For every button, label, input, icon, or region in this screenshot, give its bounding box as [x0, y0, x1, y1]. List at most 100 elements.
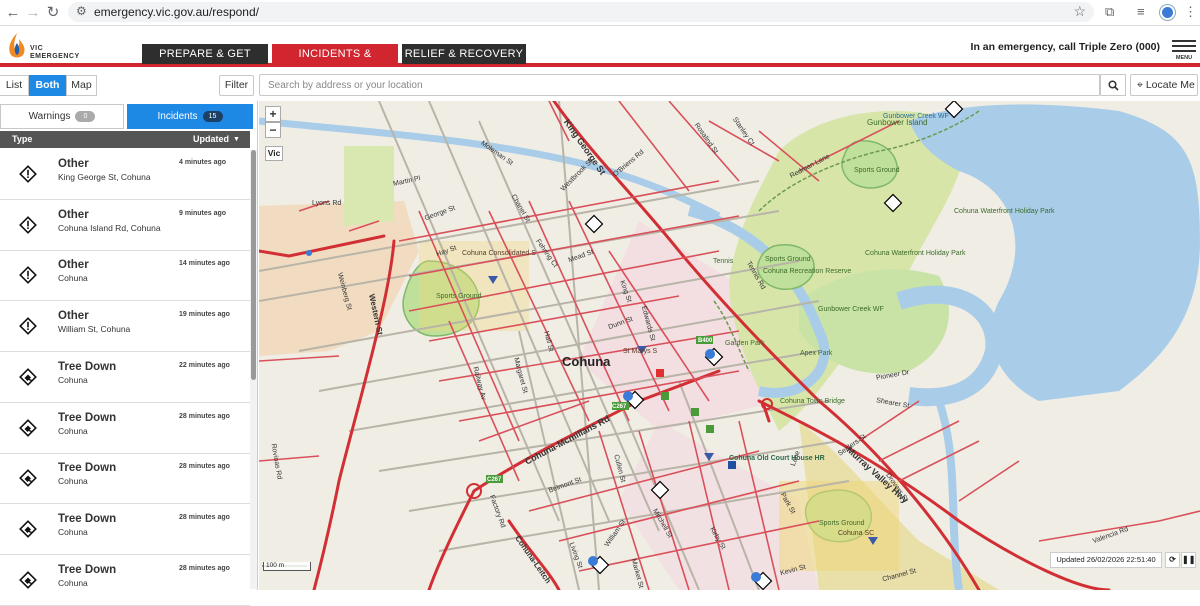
- address-bar[interactable]: ⚙ emergency.vic.gov.au/respond/ ☆: [68, 2, 1094, 22]
- map-label-waterfront-2: Cohuna Waterfront Holiday Park: [865, 250, 966, 257]
- profile-avatar[interactable]: [1160, 5, 1175, 20]
- incident-location: Cohuna: [58, 476, 88, 487]
- refresh-icon: ⟳: [1169, 555, 1176, 564]
- incident-time: 4 minutes ago: [179, 159, 227, 166]
- zoom-in-button[interactable]: +: [265, 106, 281, 122]
- incident-type: Tree Down: [58, 360, 117, 373]
- vic-extent-button[interactable]: Vic: [265, 146, 283, 161]
- incident-list-item[interactable]: Tree Down Cohuna 28 minutes ago: [0, 403, 250, 454]
- map-label-st-marys: St Marys S: [623, 348, 658, 355]
- extensions-icon[interactable]: ⧉: [1105, 4, 1114, 20]
- incident-type: Other: [58, 208, 89, 221]
- incident-list-item[interactable]: Tree Down Cohuna 28 minutes ago: [0, 454, 250, 505]
- search-button[interactable]: [1100, 74, 1126, 96]
- refresh-button[interactable]: ⟳: [1165, 552, 1180, 568]
- other-incident-icon: [19, 317, 37, 336]
- incident-time: 14 minutes ago: [179, 260, 230, 268]
- bookmark-star-icon[interactable]: ☆: [1073, 3, 1086, 20]
- incident-time: 28 minutes ago: [179, 564, 230, 572]
- col-updated[interactable]: Updated: [193, 131, 229, 148]
- route-b400: B400: [698, 338, 713, 344]
- search-placeholder: Search by address or your location: [268, 80, 423, 91]
- map-label-sports-ground-2: Sports Ground: [765, 256, 811, 263]
- logo-text-emergency: EMERGENCY: [30, 53, 80, 60]
- map-label-town: Cohuna: [562, 354, 611, 369]
- map-label-town-bridge: Cohuna Town Bridge: [780, 398, 845, 405]
- search-input[interactable]: Search by address or your location: [259, 74, 1100, 96]
- incident-type: Tree Down: [58, 411, 117, 424]
- map-scale: 100 m: [263, 562, 311, 571]
- pause-icon: ❚❚: [1182, 555, 1196, 564]
- incident-time: 28 minutes ago: [179, 513, 230, 521]
- map-label-lyons-rd: Lyons Rd: [312, 200, 342, 207]
- pause-button[interactable]: ❚❚: [1181, 552, 1196, 568]
- tab-incidents-warnings[interactable]: INCIDENTS & WARNINGS: [272, 44, 398, 80]
- incident-list-item[interactable]: Tree Down Cohuna 28 minutes ago: [0, 555, 250, 606]
- map-label-consolidated-school: Cohuna Consolidated S: [462, 250, 536, 257]
- incident-time: 19 minutes ago: [179, 311, 230, 319]
- browser-chrome: ← → ↻ ⚙ emergency.vic.gov.au/respond/ ☆ …: [0, 0, 1200, 26]
- logo-text-vic: VIC: [30, 45, 44, 52]
- incident-list-item[interactable]: Other King George St, Cohuna 4 minutes ago: [0, 150, 250, 200]
- back-icon[interactable]: ←: [4, 4, 22, 22]
- incident-type: Other: [58, 158, 89, 170]
- list-scrollbar[interactable]: [250, 150, 257, 589]
- tree-down-icon: [19, 367, 37, 386]
- view-both-button[interactable]: Both: [29, 75, 66, 96]
- forward-icon[interactable]: →: [24, 4, 42, 22]
- incident-location: King George St, Cohuna: [58, 172, 151, 182]
- url-text: emergency.vic.gov.au/respond/: [94, 5, 259, 19]
- tab-relief-recovery[interactable]: RELIEF & RECOVERY: [402, 44, 526, 64]
- other-incident-icon: [19, 215, 37, 234]
- view-list-button[interactable]: List: [0, 75, 29, 96]
- map-label-cohuna-sc: Cohuna SC: [838, 530, 875, 537]
- incident-type: Tree Down: [58, 563, 117, 576]
- incidents-label: Incidents: [157, 111, 198, 122]
- incident-location: Cohuna: [58, 526, 88, 537]
- locate-me-button[interactable]: ⌖ Locate Me: [1130, 74, 1198, 96]
- other-incident-icon: [19, 266, 37, 285]
- incident-list-item[interactable]: Other Cohuna Island Rd, Cohuna 9 minutes a…: [0, 200, 250, 251]
- search-icon: [1107, 80, 1119, 91]
- zoom-out-button[interactable]: −: [265, 122, 281, 138]
- incident-time: 28 minutes ago: [179, 412, 230, 420]
- incidents-tab[interactable]: Incidents 15: [127, 104, 253, 129]
- media-icon[interactable]: ≡: [1137, 4, 1145, 19]
- site-info-icon[interactable]: ⚙: [76, 4, 87, 18]
- menu-button[interactable]: MENU: [1172, 37, 1196, 61]
- browser-menu-icon[interactable]: ⋮: [1184, 4, 1197, 20]
- tree-down-icon: [19, 519, 37, 538]
- map-label-tennis: Tennis: [713, 258, 734, 265]
- incident-location: Cohuna: [58, 577, 88, 588]
- view-map-button[interactable]: Map: [66, 75, 97, 96]
- col-type[interactable]: Type: [12, 131, 32, 148]
- map-label-garden-park: Garden Park: [725, 340, 765, 347]
- tree-down-icon: [19, 418, 37, 437]
- reload-icon[interactable]: ↻: [44, 4, 62, 22]
- sort-caret-icon[interactable]: ▼: [233, 131, 240, 148]
- incident-list-item[interactable]: Other Cohuna 14 minutes ago: [0, 251, 250, 302]
- filter-button[interactable]: Filter: [219, 75, 254, 96]
- map-label-rec-reserve: Cohuna Recreation Reserve: [763, 268, 852, 275]
- map-label-old-court-house: Cohuna Old Court House HR: [729, 455, 825, 462]
- incident-location: Cohuna: [58, 374, 88, 385]
- tree-down-icon: [19, 469, 37, 488]
- updated-timestamp: Updated 26/02/2026 22:51:40: [1050, 552, 1162, 568]
- incident-time: 22 minutes ago: [179, 361, 230, 369]
- tab-prepare[interactable]: PREPARE & GET READY: [142, 44, 268, 80]
- vic-emergency-logo[interactable]: VIC EMERGENCY: [6, 31, 79, 64]
- route-c267-1: C267: [612, 404, 627, 410]
- incident-list-item[interactable]: Other William St, Cohuna 19 minutes ago: [0, 302, 250, 353]
- incident-type: Other: [58, 310, 89, 323]
- incident-location: Cohuna Island Rd, Cohuna: [58, 222, 161, 233]
- scrollbar-thumb[interactable]: [251, 150, 256, 380]
- other-incident-icon: [19, 165, 37, 183]
- tree-down-icon: [19, 570, 37, 589]
- incident-list-item[interactable]: Tree Down Cohuna 28 minutes ago: [0, 504, 250, 555]
- incident-list-item[interactable]: Tree Down Cohuna 22 minutes ago: [0, 352, 250, 403]
- map-label-sports-ground-4: Sports Ground: [819, 520, 865, 527]
- incident-time: 28 minutes ago: [179, 463, 230, 471]
- emergency-call-text: In an emergency, call Triple Zero (000): [970, 41, 1160, 53]
- warnings-tab[interactable]: Warnings 0: [0, 104, 124, 129]
- warnings-count-badge: 0: [75, 110, 96, 122]
